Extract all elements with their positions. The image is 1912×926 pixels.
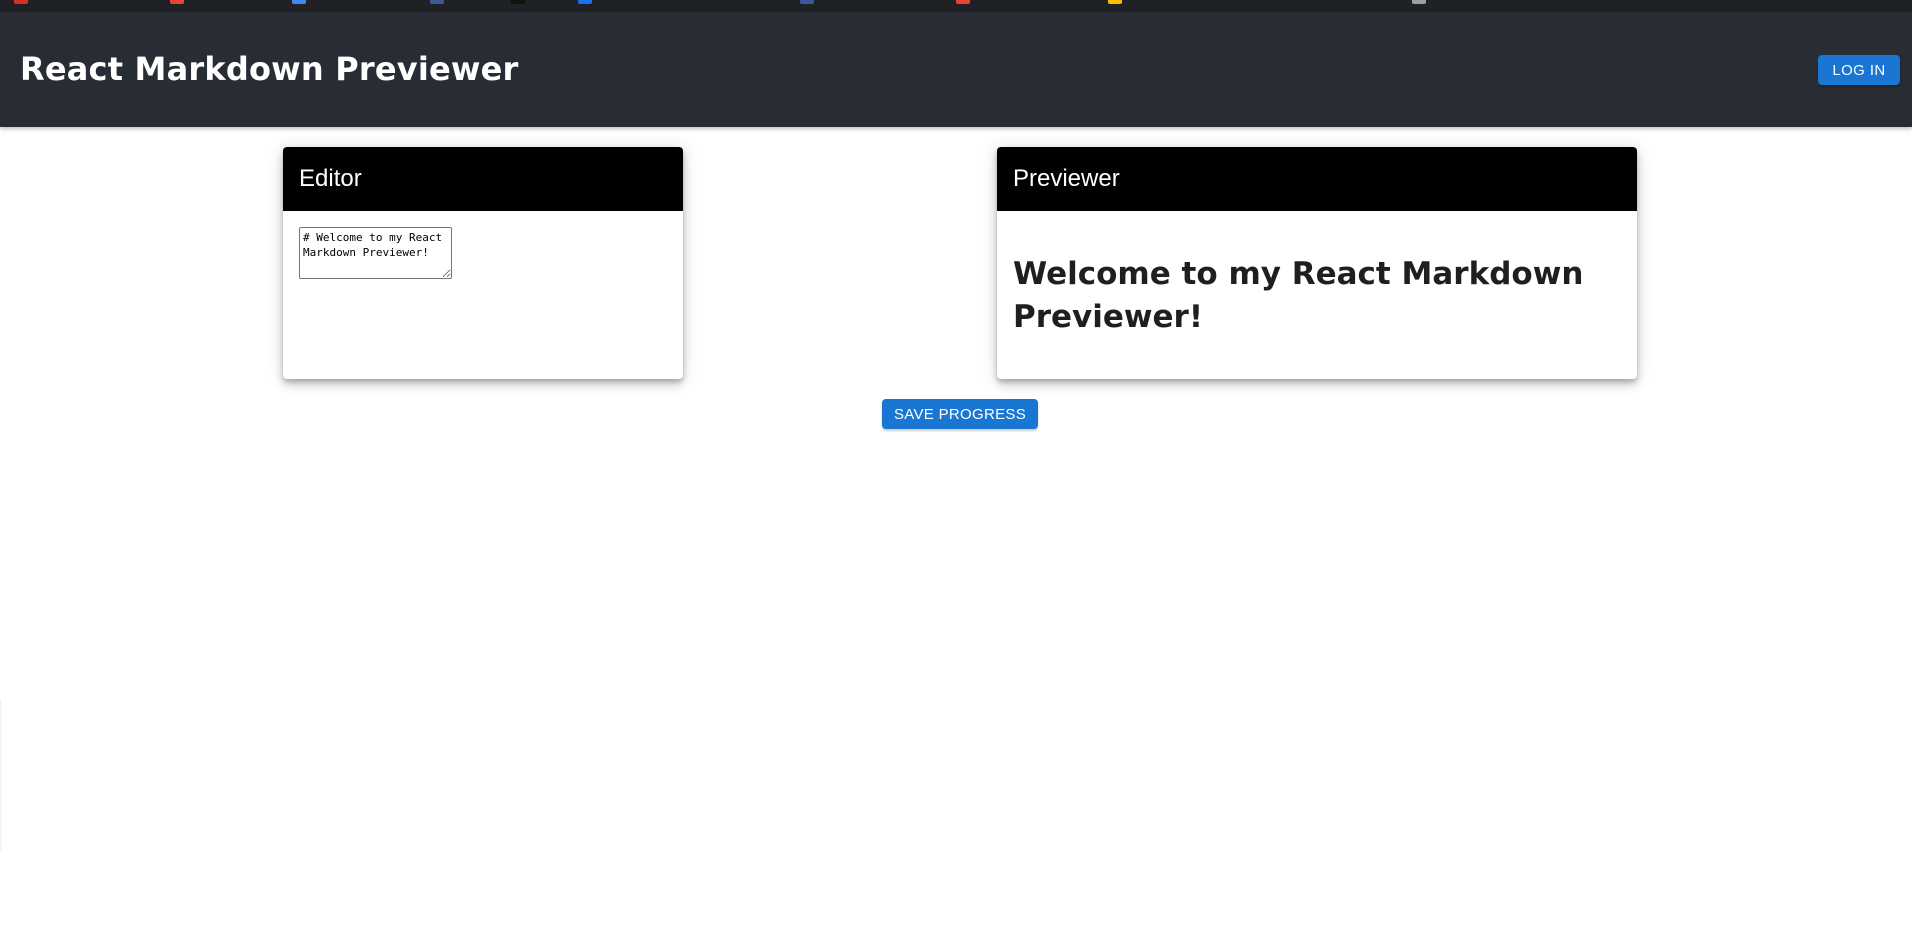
save-progress-button[interactable]: SAVE PROGRESS xyxy=(882,399,1038,429)
previewer-card: Previewer Welcome to my React Markdown P… xyxy=(997,147,1637,379)
app-title: React Markdown Previewer xyxy=(20,50,519,88)
bookmarks-bar xyxy=(0,0,1912,12)
bookmark-icon[interactable] xyxy=(956,0,970,4)
bookmark-icon[interactable] xyxy=(292,0,306,4)
bookmark-icon[interactable] xyxy=(511,0,525,4)
editor-card: Editor xyxy=(283,147,683,379)
bookmark-icon[interactable] xyxy=(170,0,184,4)
bookmark-icon[interactable] xyxy=(578,0,592,4)
preview-heading: Welcome to my React Markdown Previewer! xyxy=(1013,256,1584,335)
login-button[interactable]: LOG IN xyxy=(1818,55,1900,85)
bookmark-icon[interactable] xyxy=(1108,0,1122,4)
bookmark-icon[interactable] xyxy=(1412,0,1426,4)
preview-content: Welcome to my React Markdown Previewer! xyxy=(997,211,1637,339)
bookmark-icon[interactable] xyxy=(800,0,814,4)
editor-header: Editor xyxy=(283,147,683,211)
app-bar: React Markdown Previewer LOG IN xyxy=(0,12,1912,127)
previewer-header: Previewer xyxy=(997,147,1637,211)
page-edge-shadow xyxy=(0,700,2,850)
editor-textarea[interactable] xyxy=(299,227,452,279)
bookmark-icon[interactable] xyxy=(14,0,28,4)
bookmark-icon[interactable] xyxy=(430,0,444,4)
